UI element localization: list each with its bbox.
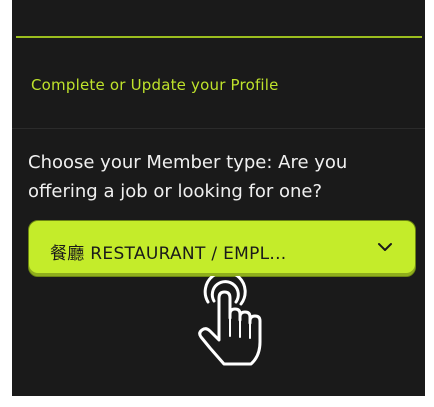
member-type-question: Choose your Member type: Are you offerin…	[28, 152, 348, 202]
top-divider	[16, 36, 422, 38]
member-type-select[interactable]: 餐廳 RESTAURANT / EMPL...	[28, 220, 416, 277]
section-divider	[12, 128, 425, 129]
member-type-selected-value: 餐廳 RESTAURANT / EMPL...	[50, 244, 287, 264]
profile-heading: Complete or Update your Profile	[31, 76, 279, 94]
profile-panel: Complete or Update your Profile Choose y…	[12, 0, 425, 396]
chevron-down-icon	[378, 243, 392, 251]
hand-pointer-icon	[198, 276, 262, 366]
